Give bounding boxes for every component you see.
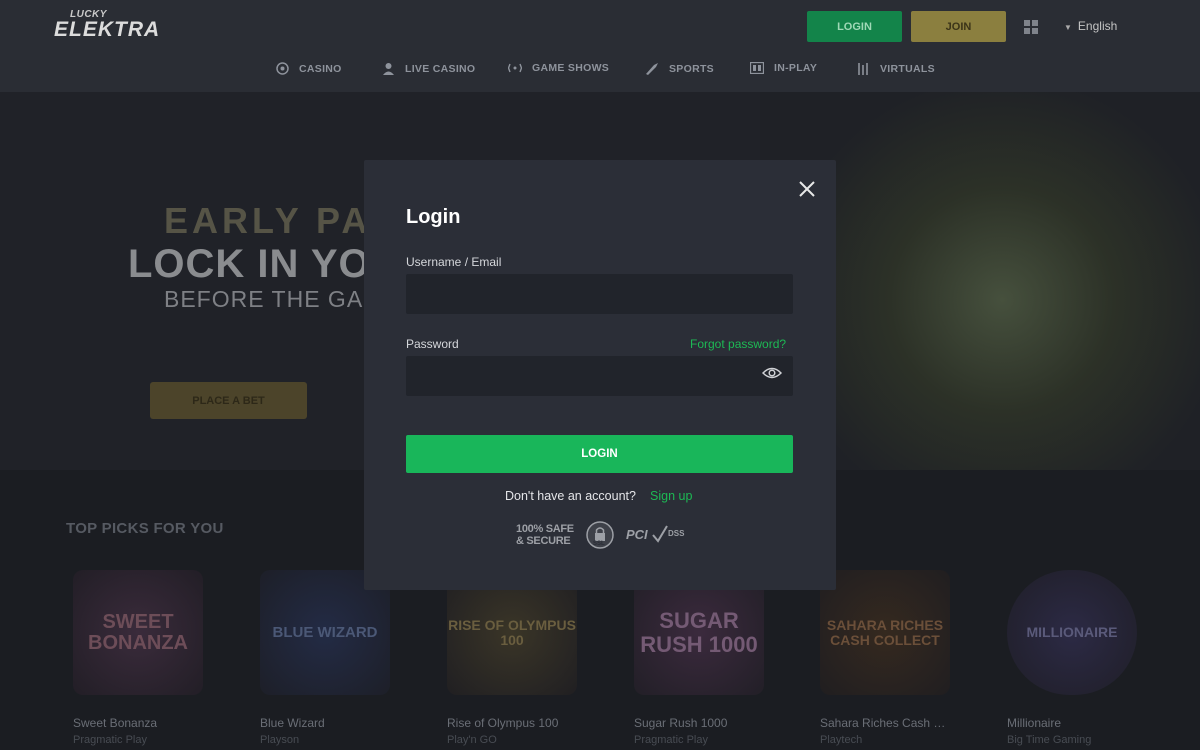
top-picks-title: TOP PICKS FOR YOU — [66, 520, 224, 537]
close-button[interactable] — [796, 178, 818, 200]
game-art: SWEET BONANZA — [73, 570, 203, 695]
language-selector[interactable]: ▼ English — [1064, 19, 1117, 33]
nav-item-game-shows[interactable]: GAME SHOWS — [508, 62, 609, 74]
game-art: SAHARA RICHES CASH COLLECT — [820, 570, 950, 695]
game-shows-icon — [508, 63, 522, 73]
game-name[interactable]: Sweet Bonanza — [73, 716, 253, 730]
security-badges: 100% SAFE & SECURE SSL PCI DSS — [516, 521, 696, 551]
nav-item-label: CASINO — [299, 62, 342, 75]
nav-item-label: SPORTS — [669, 62, 714, 75]
password-input[interactable] — [406, 356, 793, 396]
game-name[interactable]: Sugar Rush 1000 — [634, 716, 814, 730]
game-tile-sweet-bonanza[interactable]: SWEET BONANZA — [73, 570, 203, 695]
game-name[interactable]: Sahara Riches Cash Collect — [820, 716, 948, 730]
game-provider: Playson — [260, 734, 300, 746]
sports-icon — [646, 63, 658, 75]
header-join-button[interactable]: JOIN — [911, 11, 1006, 42]
game-provider: Pragmatic Play — [634, 734, 708, 746]
game-name[interactable]: Rise of Olympus 100 — [447, 716, 627, 730]
in-play-icon — [750, 62, 764, 74]
live-dealer-icon — [383, 63, 394, 75]
nav-item-sports[interactable]: SPORTS — [645, 62, 714, 75]
hero-headline-3: BEFORE THE GAM — [164, 286, 384, 312]
username-input[interactable] — [406, 274, 793, 314]
place-a-bet-button[interactable]: PLACE A BET — [150, 382, 307, 419]
virtuals-icon — [858, 63, 868, 75]
game-name[interactable]: Blue Wizard — [260, 716, 440, 730]
login-submit-button[interactable]: LOGIN — [406, 435, 793, 473]
casino-chip-icon — [276, 62, 289, 75]
header-login-button[interactable]: LOGIN — [807, 11, 902, 42]
no-account-text: Don't have an account? — [505, 489, 636, 503]
close-icon — [799, 181, 815, 197]
game-provider: Big Time Gaming — [1007, 734, 1092, 746]
dss-badge: DSS — [668, 529, 685, 538]
forgot-password-link[interactable]: Forgot password? — [690, 337, 786, 351]
username-label: Username / Email — [406, 255, 502, 269]
game-tile-millionaire[interactable]: MILLIONAIRE — [1007, 570, 1137, 695]
lucky-elektra-logo[interactable]: LUCKY ELEKTRA — [54, 8, 159, 42]
nav-item-virtuals[interactable]: VIRTUALS — [857, 62, 935, 76]
nav-item-live-casino[interactable]: LIVE CASINO — [382, 62, 475, 75]
logo-main-text: ELEKTRA — [54, 18, 161, 41]
hero-headline-1: EARLY PA — [164, 200, 372, 241]
game-tile-sahara-riches[interactable]: SAHARA RICHES CASH COLLECT — [820, 570, 950, 695]
chevron-down-icon: ▼ — [1064, 23, 1072, 32]
nav-item-casino[interactable]: CASINO — [276, 62, 342, 75]
safe-secure-badge: 100% SAFE & SECURE — [516, 523, 574, 547]
nav-item-in-play[interactable]: IN-PLAY — [750, 62, 817, 74]
modal-title: Login — [406, 206, 461, 228]
ssl-badge: SSL — [586, 521, 614, 549]
top-bar: LUCKY ELEKTRA LOGIN JOIN ▼ English CASINO… — [0, 0, 1200, 92]
language-label: English — [1077, 19, 1118, 33]
password-label: Password — [406, 337, 459, 351]
nav-item-label: GAME SHOWS — [532, 62, 610, 74]
game-provider: Pragmatic Play — [73, 734, 147, 746]
nav-item-label: VIRTUALS — [880, 63, 935, 75]
main-nav: CASINO LIVE CASINO GAME SHOWS SPORTS IN-… — [0, 56, 1200, 84]
hero-headline-2: LOCK IN YOU — [128, 242, 401, 286]
game-name[interactable]: Millionaire — [1007, 716, 1187, 730]
eye-icon[interactable] — [762, 366, 782, 380]
sign-up-link[interactable]: Sign up — [650, 489, 692, 503]
login-modal: Login Username / Email Password Forgot p… — [364, 160, 836, 590]
game-provider: Playtech — [820, 734, 863, 746]
grid-icon[interactable] — [1024, 20, 1038, 34]
nav-item-label: LIVE CASINO — [405, 62, 476, 75]
game-art: MILLIONAIRE — [1007, 570, 1137, 695]
checkmark-icon — [652, 525, 668, 543]
ssl-text: SSL — [593, 541, 605, 547]
pci-badge: PCI — [626, 527, 648, 542]
game-provider: Play'n GO — [447, 734, 497, 746]
nav-item-label: IN-PLAY — [774, 62, 818, 74]
